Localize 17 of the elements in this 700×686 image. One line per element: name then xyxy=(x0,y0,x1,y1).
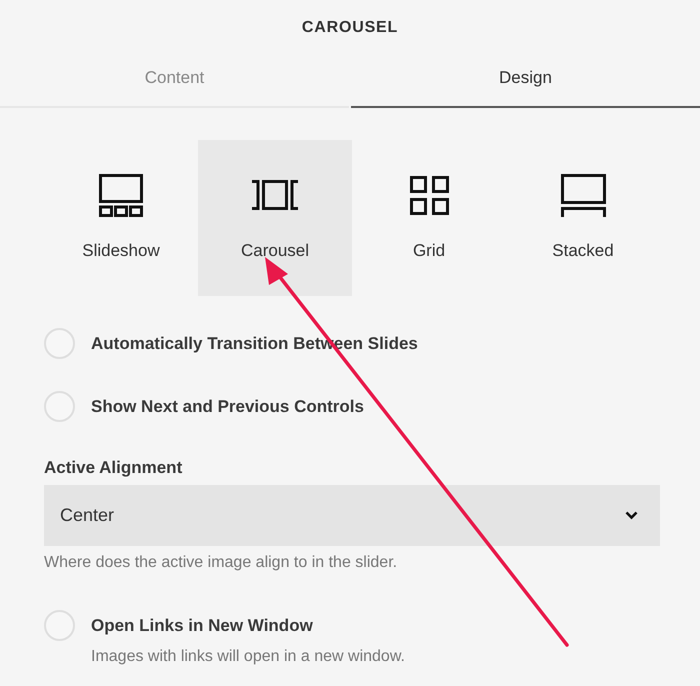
stacked-layout-icon xyxy=(560,174,606,216)
option-label: Open Links in New Window xyxy=(91,616,313,636)
tab[interactable]: Design xyxy=(351,50,700,108)
chevron-down-icon xyxy=(625,511,638,520)
field-label: Active Alignment xyxy=(44,458,184,478)
layout-option[interactable]: Carousel xyxy=(198,140,352,296)
panel-title: CAROUSEL xyxy=(302,19,398,38)
toggle-circle[interactable] xyxy=(44,328,75,359)
grid-layout-icon xyxy=(410,176,448,214)
help-text: Images with links will open in a new window. xyxy=(91,648,406,665)
slideshow-layout-icon xyxy=(99,174,143,216)
help-text: Where does the active image align to in the slider. xyxy=(44,554,398,571)
option-label: Show Next and Previous Controls xyxy=(91,396,364,416)
carousel-layout-icon xyxy=(252,180,298,210)
toggle-circle[interactable] xyxy=(44,610,75,641)
toggle-circle[interactable] xyxy=(44,391,75,422)
alignment-select[interactable]: Center xyxy=(44,485,660,546)
